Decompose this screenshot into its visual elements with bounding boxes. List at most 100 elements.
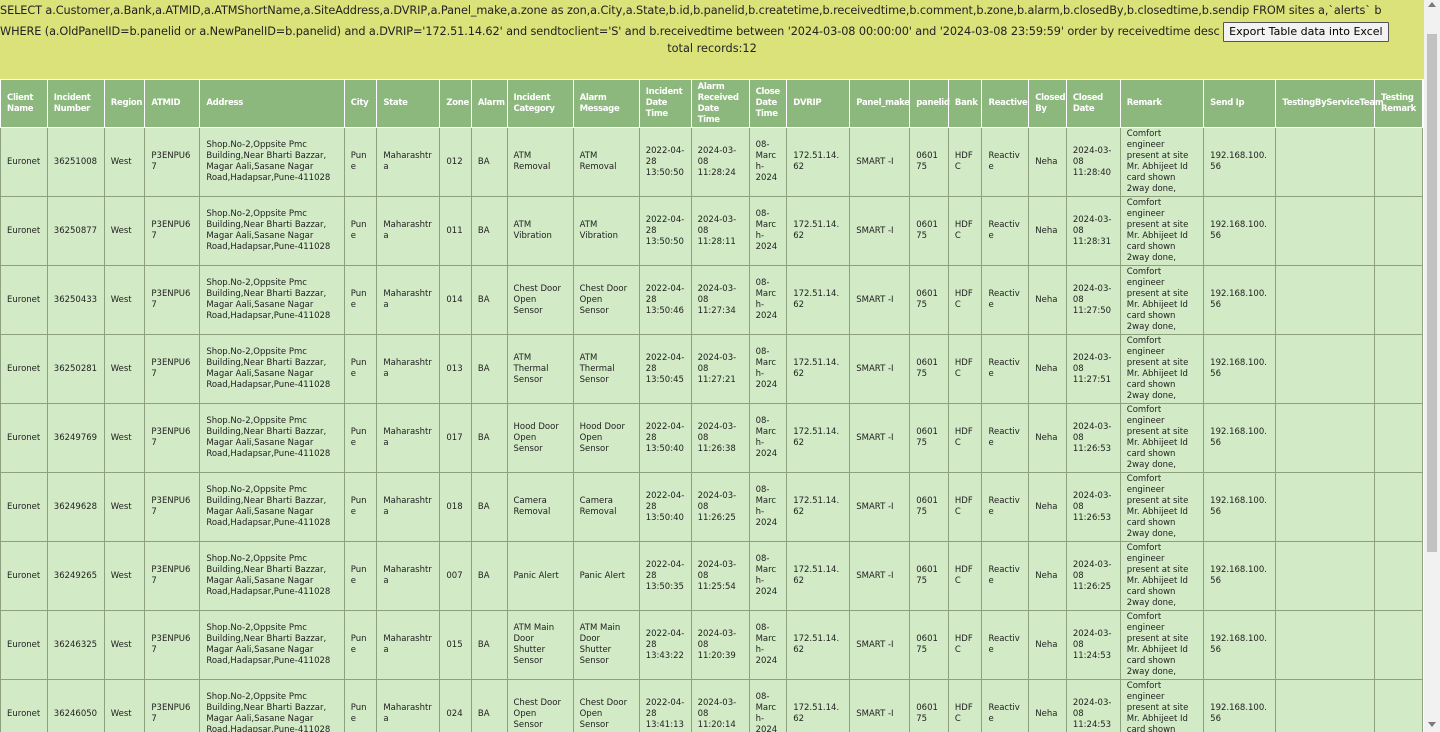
total-records-label: total records:12 (667, 42, 757, 55)
column-header: State (376, 79, 441, 128)
table-cell: 2024-03-08 11:28:24 (690, 127, 750, 197)
column-header: panelid (909, 79, 950, 128)
table-cell: 08-March-2024 (748, 403, 788, 473)
table-cell: 36249769 (46, 403, 105, 473)
column-header: Send Ip (1203, 79, 1277, 128)
table-cell: HDFC (947, 127, 983, 197)
table-cell: Comfort engineer present at site Mr. Abh… (1119, 679, 1205, 732)
table-cell (1275, 610, 1376, 680)
export-excel-button[interactable]: Export Table data into Excel (1223, 22, 1389, 42)
table-cell: Shop.No-2,Oppsite Pmc Building,Near Bhar… (199, 472, 345, 542)
table-cell: 060175 (909, 196, 949, 266)
table-cell: 2022-04-28 13:41:13 (638, 679, 692, 732)
column-header: Alarm (470, 79, 508, 128)
table-cell: 192.168.100.56 (1203, 610, 1277, 680)
table-cell: Maharashtra (376, 265, 441, 335)
table-cell: Shop.No-2,Oppsite Pmc Building,Near Bhar… (199, 541, 345, 611)
table-cell: 018 (439, 472, 472, 542)
table-cell: BA (470, 679, 508, 732)
table-cell: 08-March-2024 (748, 265, 788, 335)
table-cell: SMART -I (849, 403, 911, 473)
table-cell: 060175 (909, 472, 949, 542)
table-cell: ATM Main Door Shutter Sensor (572, 610, 640, 680)
table-cell: ATM Thermal Sensor (506, 334, 574, 404)
table-cell: 192.168.100.56 (1203, 472, 1277, 542)
table-cell (1374, 679, 1423, 732)
table-row: Euronet 36250281 West P3ENPU67 Shop.No-2,Opp… (0, 334, 1423, 404)
table-cell: 2024-03-08 11:26:38 (690, 403, 750, 473)
table-cell: Maharashtra (376, 196, 441, 266)
scrollbar-thumb[interactable] (1427, 34, 1437, 552)
table-cell: Shop.No-2,Oppsite Pmc Building,Near Bhar… (199, 403, 345, 473)
table-cell: West (103, 403, 146, 473)
table-cell: Euronet (0, 472, 48, 542)
column-header: Closed Date (1065, 79, 1121, 128)
table-cell: 2024-03-08 11:27:21 (690, 334, 750, 404)
table-cell: BA (470, 265, 508, 335)
table-cell: 060175 (909, 127, 949, 197)
scroll-down-arrow-icon[interactable] (1428, 722, 1436, 727)
table-cell: Maharashtra (376, 541, 441, 611)
table-cell: Pune (343, 403, 378, 473)
table-cell (1374, 403, 1423, 473)
table-cell: 192.168.100.56 (1203, 334, 1277, 404)
scroll-up-arrow-icon[interactable] (1428, 2, 1436, 7)
table-cell: 007 (439, 541, 472, 611)
table-cell: P3ENPU67 (144, 403, 201, 473)
table-cell: 172.51.14.62 (786, 679, 851, 732)
table-cell: Reactive (981, 265, 1030, 335)
table-cell: 2022-04-28 13:50:50 (638, 196, 692, 266)
table-cell: ATM Vibration (506, 196, 574, 266)
table-cell: Reactive (981, 541, 1030, 611)
table-cell: 017 (439, 403, 472, 473)
column-header: Close Date Time (748, 79, 788, 128)
table-cell: 36250877 (46, 196, 105, 266)
table-cell: SMART -I (849, 196, 911, 266)
table-cell: Maharashtra (376, 679, 441, 732)
table-cell: P3ENPU67 (144, 265, 201, 335)
column-header: Panel_make (849, 79, 911, 128)
table-cell: 014 (439, 265, 472, 335)
table-cell (1374, 541, 1423, 611)
table-cell: ATM Thermal Sensor (572, 334, 640, 404)
table-cell (1275, 541, 1376, 611)
table-cell (1275, 196, 1376, 266)
table-cell: Neha (1028, 679, 1067, 732)
table-cell: BA (470, 127, 508, 197)
column-header: Testing Remark (1374, 79, 1423, 128)
table-cell: Reactive (981, 610, 1030, 680)
column-header: Incident Category (506, 79, 574, 128)
table-cell: Reactive (981, 679, 1030, 732)
alerts-table: Client Name Incident Number Region ATMID Add… (0, 79, 1423, 732)
table-cell: 060175 (909, 334, 949, 404)
table-cell: Neha (1028, 472, 1067, 542)
table-cell (1374, 610, 1423, 680)
table-cell: Pune (343, 334, 378, 404)
table-cell: 2022-04-28 13:43:22 (638, 610, 692, 680)
table-cell: Euronet (0, 610, 48, 680)
table-cell: Shop.No-2,Oppsite Pmc Building,Near Bhar… (199, 610, 345, 680)
table-header-row: Client Name Incident Number Region ATMID Add… (0, 79, 1423, 128)
table-row: Euronet 36246050 West P3ENPU67 Shop.No-2,Opp… (0, 679, 1423, 732)
table-cell: 172.51.14.62 (786, 127, 851, 197)
table-cell: 08-March-2024 (748, 610, 788, 680)
report-page: SELECT a.Customer,a.Bank,a.ATMID,a.ATMSh… (0, 0, 1424, 732)
table-cell: SMART -I (849, 472, 911, 542)
table-cell: Pune (343, 196, 378, 266)
table-cell: Reactive (981, 472, 1030, 542)
table-cell: BA (470, 610, 508, 680)
table-cell: 08-March-2024 (748, 472, 788, 542)
table-cell: 08-March-2024 (748, 334, 788, 404)
table-cell: P3ENPU67 (144, 610, 201, 680)
table-cell: Neha (1028, 127, 1067, 197)
vertical-scrollbar[interactable] (1424, 0, 1440, 732)
table-cell: Maharashtra (376, 472, 441, 542)
table-cell: 011 (439, 196, 472, 266)
table-cell: 192.168.100.56 (1203, 541, 1277, 611)
column-header: Region (103, 79, 146, 128)
table-cell: BA (470, 403, 508, 473)
column-header: Incident Date Time (638, 79, 692, 128)
table-cell (1275, 403, 1376, 473)
table-cell: Maharashtra (376, 403, 441, 473)
query-header: SELECT a.Customer,a.Bank,a.ATMID,a.ATMSh… (0, 0, 1424, 79)
